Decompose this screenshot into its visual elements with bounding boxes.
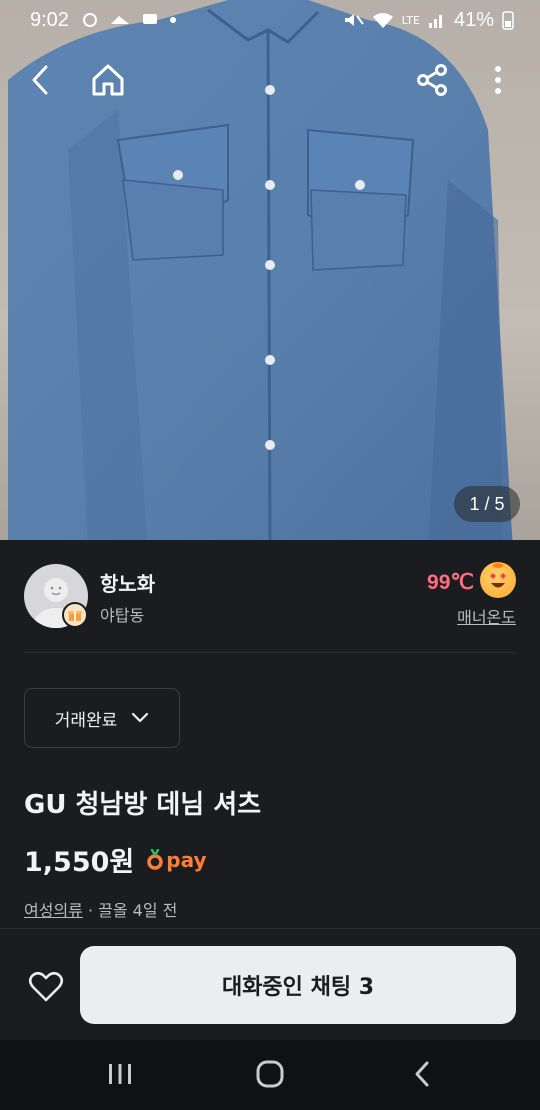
notification-icons	[81, 11, 177, 29]
seller-region: 야탑동	[100, 606, 145, 625]
recents-button[interactable]	[90, 1052, 150, 1096]
back-button[interactable]	[16, 56, 64, 104]
recents-icon	[109, 1064, 131, 1084]
signal-icon	[428, 15, 442, 28]
pay-label: pay	[166, 847, 207, 872]
price-row: 1,550원 pay	[24, 840, 206, 879]
trade-status-dropdown[interactable]: 거래완료	[24, 688, 180, 748]
network-label: LTE	[401, 13, 420, 27]
system-navigation-bar	[0, 1040, 540, 1110]
mute-icon	[344, 14, 364, 26]
image-counter: 1 / 5	[454, 486, 520, 522]
category-link[interactable]: 여성의류	[24, 901, 83, 920]
product-meta: 여성의류 · 끌올 4일 전	[24, 897, 177, 921]
trade-status-label: 거래완료	[54, 710, 118, 731]
section-divider	[24, 652, 516, 653]
message-icon	[142, 14, 157, 24]
battery-icon	[502, 11, 514, 30]
gift-badge-icon	[62, 602, 88, 628]
system-home-button[interactable]	[240, 1052, 300, 1096]
status-bar: 9:02 LTE 41%	[0, 0, 540, 40]
status-right: LTE 41%	[342, 9, 514, 32]
notification-app-icon	[110, 16, 129, 24]
heart-icon	[28, 971, 64, 1002]
bump-time: 끌올 4일 전	[98, 901, 178, 920]
battery-percent: 41%	[453, 8, 494, 31]
meta-separator: ·	[82, 901, 99, 920]
top-navigation	[0, 56, 540, 104]
home-circle-icon	[256, 1060, 284, 1088]
wifi-icon	[372, 13, 393, 28]
share-button[interactable]	[408, 56, 456, 104]
like-button[interactable]	[24, 965, 68, 1009]
notification-app-icon	[82, 13, 97, 27]
smiling-face-icon	[480, 562, 516, 598]
chevron-down-icon	[132, 712, 149, 723]
product-title: GU 청남방 데님 셔츠	[24, 790, 262, 820]
dot-icon	[169, 17, 176, 23]
seller-nickname: 항노화	[100, 572, 156, 596]
manner-temp-label[interactable]: 매너온도	[457, 604, 516, 628]
share-icon	[417, 64, 447, 96]
home-button[interactable]	[84, 56, 132, 104]
arrow-left-icon	[32, 65, 48, 95]
active-chats-button[interactable]: 대화중인 채팅 3	[80, 946, 516, 1024]
pay-badge: pay	[146, 848, 206, 872]
product-price: 1,550원	[24, 847, 135, 878]
more-vertical-icon	[495, 66, 501, 94]
chevron-left-icon	[415, 1061, 429, 1087]
manner-temperature: 99℃	[427, 571, 474, 594]
bottom-action-bar: 대화중인 채팅 3	[0, 928, 540, 1040]
home-icon	[92, 64, 124, 96]
product-image[interactable]: 9:02 LTE 41% 1 / 5	[0, 0, 540, 540]
more-button[interactable]	[474, 56, 522, 104]
status-time: 9:02	[30, 8, 69, 31]
carrot-pay-icon	[147, 848, 163, 870]
seller-profile[interactable]: 항노화 야탑동 99℃ 매너온도	[24, 562, 516, 630]
system-back-button[interactable]	[392, 1052, 452, 1096]
